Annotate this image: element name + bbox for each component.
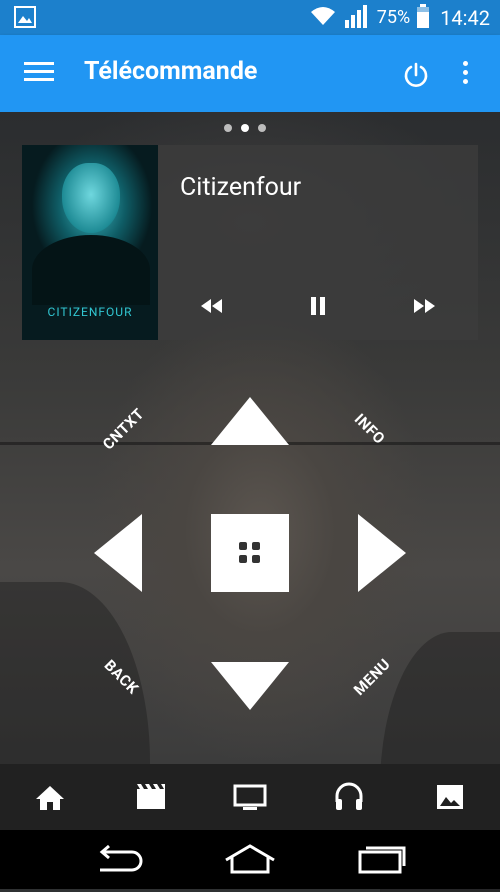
- bottom-tab-bar: [0, 764, 500, 830]
- back-icon[interactable]: [92, 842, 144, 882]
- status-bar: 75% 14:42: [0, 0, 500, 35]
- poster-title: CITIZENFOUR: [47, 305, 133, 319]
- right-arrow-icon[interactable]: [358, 514, 406, 596]
- battery-percent: 75%: [376, 7, 411, 28]
- overflow-icon[interactable]: [458, 61, 472, 89]
- select-button[interactable]: [211, 514, 289, 592]
- page-indicator: [224, 124, 266, 132]
- clock: 14:42: [440, 5, 490, 30]
- page-dot: [224, 124, 232, 132]
- signal-icon: [343, 4, 371, 32]
- pictures-icon[interactable]: [432, 782, 472, 812]
- pause-icon[interactable]: [301, 293, 335, 319]
- page-dot: [258, 124, 266, 132]
- fast-forward-icon[interactable]: [408, 293, 442, 319]
- up-arrow-icon[interactable]: [211, 397, 289, 449]
- now-playing-card[interactable]: CITIZENFOUR Citizenfour: [22, 145, 478, 340]
- battery-icon: [416, 3, 430, 32]
- poster-image: CITIZENFOUR: [22, 145, 158, 340]
- home-icon[interactable]: [32, 782, 72, 812]
- select-icon: [239, 542, 261, 564]
- down-arrow-icon[interactable]: [211, 662, 289, 714]
- now-playing-title: Citizenfour: [180, 173, 302, 202]
- movies-icon[interactable]: [133, 782, 173, 812]
- app-bar: Télécommande: [0, 35, 500, 112]
- home-nav-icon[interactable]: [222, 842, 278, 882]
- recents-icon[interactable]: [356, 842, 408, 882]
- image-notification-icon: [14, 6, 36, 32]
- rewind-icon[interactable]: [195, 293, 229, 319]
- wifi-icon: [309, 5, 337, 31]
- system-nav-bar: [0, 830, 500, 889]
- menu-icon[interactable]: [24, 62, 54, 86]
- page-dot-active: [241, 124, 249, 132]
- power-icon[interactable]: [403, 62, 429, 88]
- music-icon[interactable]: [331, 782, 371, 812]
- page-title: Télécommande: [84, 57, 258, 86]
- tv-icon[interactable]: [230, 782, 270, 812]
- left-arrow-icon[interactable]: [94, 514, 142, 596]
